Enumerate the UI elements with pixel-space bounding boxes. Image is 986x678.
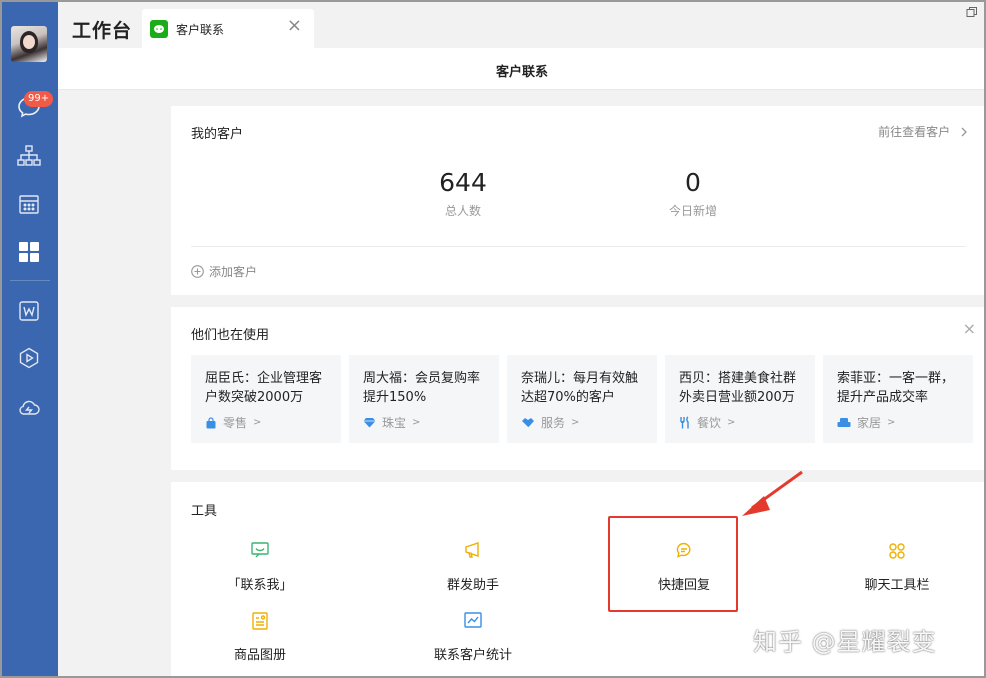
case-tag: 珠宝 > (363, 414, 486, 431)
chat-toolbar-icon (889, 543, 905, 559)
close-icon[interactable]: × (963, 319, 976, 338)
org-chart-icon[interactable] (16, 143, 42, 169)
top-bar: 工作台 客户联系 × (58, 2, 984, 48)
tag-arrow: > (887, 417, 896, 428)
workbench-grid-icon[interactable] (16, 239, 42, 265)
calendar-icon[interactable] (16, 191, 42, 217)
tool-contact-me[interactable]: 「联系我」 (190, 542, 330, 593)
chevron-right-icon (961, 127, 967, 137)
unread-badge: 99+ (24, 91, 54, 107)
case-list: 屈臣氏：企业管理客户数突破2000万 零售 > 周大福：会员复购率提升150% … (191, 355, 973, 443)
case-card-xibei[interactable]: 西贝：搭建美食社群外卖日营业额200万 餐饮 > (665, 355, 815, 443)
case-tag: 零售 > (205, 414, 328, 431)
app-window: 99+ 工作台 客户联系 × 客户联系 我的客户 前往查看客户 644 总人数 … (0, 0, 986, 678)
tool-broadcast[interactable]: 群发助手 (403, 542, 543, 593)
view-customers-label: 前往查看客户 (878, 125, 951, 139)
case-card-nairuier[interactable]: 奈瑞儿：每月有效触达超70%的客户 服务 > (507, 355, 657, 443)
sidebar: 99+ (2, 2, 58, 676)
also-using-title: 他们也在使用 (191, 328, 270, 343)
case-text: 西贝：搭建美食社群外卖日营业额200万 (679, 371, 797, 405)
sidebar-divider (10, 280, 50, 281)
case-tag-label: 家居 (857, 416, 882, 430)
contact-me-icon (251, 542, 269, 558)
play-icon[interactable] (16, 345, 42, 371)
case-tag-label: 服务 (541, 416, 566, 430)
word-doc-icon[interactable] (16, 298, 42, 324)
tools-title: 工具 (191, 504, 218, 519)
my-customers-card: 我的客户 前往查看客户 644 总人数 0 今日新增 添加客户 (171, 106, 984, 295)
tool-product-album[interactable]: 商品图册 (190, 612, 330, 663)
watermark: 知乎 @星耀裂变 (753, 628, 937, 656)
tab-close-icon[interactable]: × (287, 17, 302, 35)
case-tag-label: 珠宝 (382, 416, 407, 430)
tag-arrow: > (727, 417, 736, 428)
app-title: 工作台 (72, 20, 133, 42)
card-divider (191, 246, 966, 247)
tag-arrow: > (253, 417, 262, 428)
case-tag-label: 零售 (223, 416, 248, 430)
tool-label: 联系客户统计 (433, 648, 512, 663)
tool-chat-toolbar[interactable]: 聊天工具栏 (827, 542, 967, 593)
broadcast-icon (465, 542, 479, 558)
tool-label: 聊天工具栏 (864, 578, 930, 593)
my-customers-title: 我的客户 (191, 127, 244, 142)
tool-customer-statistics[interactable]: 联系客户统计 (403, 612, 543, 663)
case-text: 奈瑞儿：每月有效触达超70%的客户 (521, 371, 639, 405)
case-text: 屈臣氏：企业管理客户数突破2000万 (205, 371, 323, 405)
page-title: 客户联系 (495, 65, 548, 80)
plus-circle-icon (191, 265, 204, 278)
tag-arrow: > (571, 417, 580, 428)
shopping-bag-icon (206, 416, 216, 428)
wechat-work-icon (150, 20, 168, 38)
tool-label: 「联系我」 (227, 578, 293, 593)
cloud-icon[interactable] (16, 394, 42, 420)
total-customers-value: 644 (439, 168, 487, 197)
case-tag: 餐饮 > (679, 414, 802, 431)
also-using-card: 他们也在使用 × 屈臣氏：企业管理客户数突破2000万 零售 > 周大福：会员复… (171, 307, 984, 470)
add-customer-label: 添加客户 (209, 265, 258, 279)
total-customers-label: 总人数 (444, 204, 481, 218)
avatar[interactable] (11, 26, 47, 62)
case-card-watsons[interactable]: 屈臣氏：企业管理客户数突破2000万 零售 > (191, 355, 341, 443)
cutlery-icon (680, 416, 689, 429)
total-customers-stat: 644 总人数 (383, 168, 543, 219)
case-text: 索菲亚：一客一群，提升产品成交率 (837, 371, 955, 405)
tool-label: 商品图册 (233, 648, 286, 663)
page-header: 客户联系 (58, 48, 984, 90)
sofa-icon (837, 417, 851, 427)
annotation-arrow-icon (742, 470, 803, 516)
statistics-icon (464, 612, 482, 628)
tool-label: 群发助手 (446, 578, 499, 593)
new-today-label: 今日新增 (668, 204, 717, 218)
case-card-chow-tai-fook[interactable]: 周大福：会员复购率提升150% 珠宝 > (349, 355, 499, 443)
diamond-icon (363, 418, 376, 428)
add-customer-button[interactable]: 添加客户 (191, 263, 257, 280)
main-content: 客户联系 我的客户 前往查看客户 644 总人数 0 今日新增 添加客户 他们也… (58, 48, 984, 676)
case-text: 周大福：会员复购率提升150% (363, 371, 481, 405)
new-today-value: 0 (685, 168, 701, 197)
new-today-stat: 0 今日新增 (613, 168, 773, 219)
case-card-sofia[interactable]: 索菲亚：一客一群，提升产品成交率 家居 > (823, 355, 973, 443)
view-customers-link[interactable]: 前往查看客户 (878, 123, 968, 140)
tab-customer-contact[interactable]: 客户联系 × (142, 9, 314, 48)
highlight-box (608, 516, 738, 612)
tag-arrow: > (412, 417, 421, 428)
handshake-icon (522, 418, 534, 427)
case-tag-label: 餐饮 (697, 416, 722, 430)
tab-label: 客户联系 (176, 23, 225, 37)
case-tag: 家居 > (837, 414, 960, 431)
product-album-icon (252, 612, 268, 630)
restore-window-icon[interactable] (966, 6, 978, 18)
case-tag: 服务 > (521, 414, 644, 431)
